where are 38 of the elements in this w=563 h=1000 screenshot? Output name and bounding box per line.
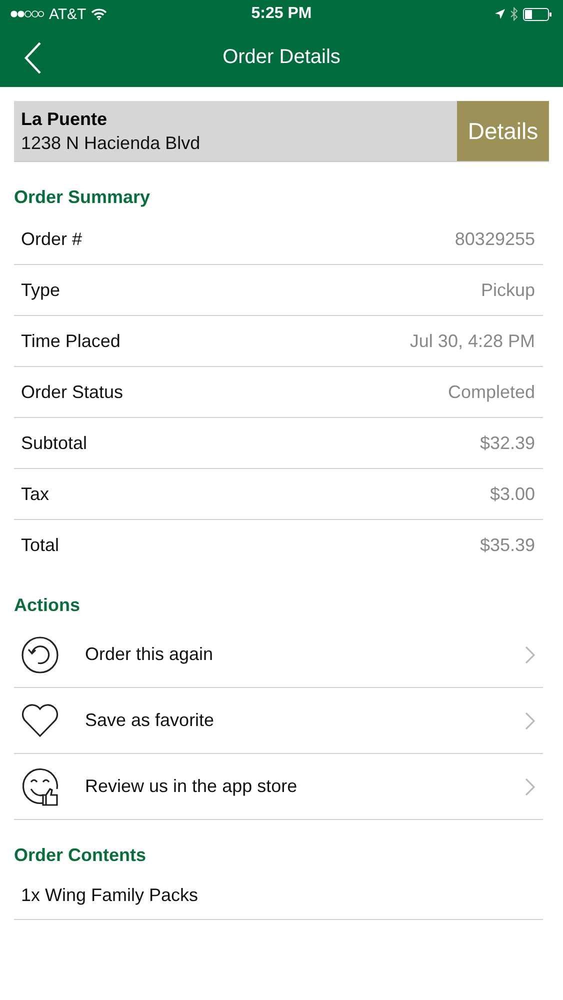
carrier-name: AT&T [49, 6, 86, 22]
wifi-icon [91, 8, 108, 20]
signal-icon [10, 10, 44, 18]
order-item: 1x Wing Family Packs [21, 885, 198, 906]
row-value: $35.39 [480, 534, 535, 556]
heart-icon [21, 704, 59, 738]
row-label: Time Placed [21, 330, 120, 352]
row-label: Tax [21, 484, 50, 504]
section-heading: Order Summary [14, 186, 152, 209]
status-time: 5:25 PM [251, 5, 312, 23]
back-icon[interactable] [24, 42, 42, 74]
row-label: Type [21, 280, 60, 300]
row-label: Order Status [21, 382, 124, 402]
section-heading: Actions [14, 594, 82, 617]
action-row[interactable]: Order this again [14, 622, 543, 688]
action-row[interactable]: Review us in the app store [14, 754, 543, 820]
chevron-icon [525, 778, 535, 796]
row-value: Jul 30, 4:28 PM [410, 330, 535, 352]
section-heading: Order Contents [14, 844, 148, 867]
row-value: Completed [448, 382, 535, 402]
chevron-icon [525, 712, 535, 730]
row-value: $32.39 [480, 432, 535, 454]
screen-title: Order Details [222, 46, 340, 69]
row-label: Order # [21, 228, 82, 250]
store-name: La Puente [21, 108, 108, 130]
row-value: 80329255 [454, 228, 535, 250]
chevron-icon [525, 646, 535, 664]
bluetooth-icon [510, 7, 518, 21]
refresh-icon [21, 636, 59, 674]
row-label: Total [21, 534, 60, 556]
row-value: $3.00 [490, 484, 535, 504]
smiley-thumbs-up-icon [21, 766, 61, 806]
battery-icon [523, 8, 553, 20]
row-label: Subtotal [21, 432, 88, 454]
row-value: Pickup [480, 280, 535, 300]
location-icon [495, 9, 505, 19]
store-address: 1238 N Hacienda Blvd [21, 132, 202, 154]
action-row[interactable]: Save as favorite [14, 688, 543, 754]
